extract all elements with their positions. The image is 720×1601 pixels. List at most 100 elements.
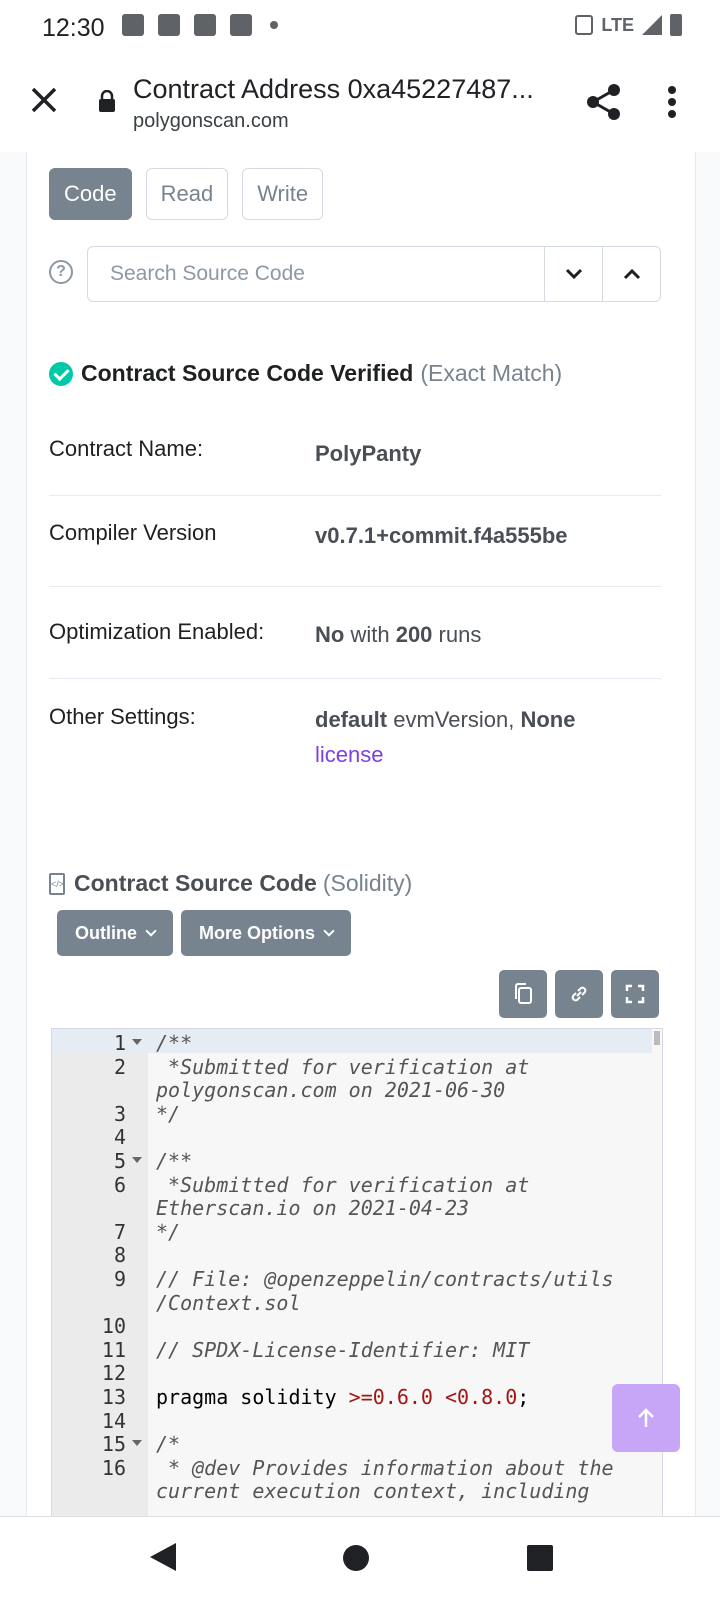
code-line: 15 /* — [52, 1432, 662, 1456]
evm-version-value: default — [315, 707, 388, 732]
back-to-top-button[interactable] — [612, 1384, 680, 1452]
copy-button[interactable] — [499, 970, 547, 1018]
close-icon — [31, 87, 57, 113]
code-line: 10 — [52, 1314, 662, 1338]
code-text: /** — [156, 1031, 193, 1055]
code-text: /Context.sol — [156, 1290, 301, 1315]
editor-toolbar — [499, 970, 659, 1018]
optimization-runs-label: runs — [438, 622, 482, 647]
optimization-runs-count: 200 — [395, 622, 433, 647]
more-vert-icon[interactable] — [664, 82, 680, 122]
fullscreen-icon — [625, 984, 645, 1004]
divider — [49, 586, 661, 587]
tab-code[interactable]: Code — [49, 168, 132, 220]
other-settings-label: Other Settings: — [49, 704, 196, 729]
verified-heading: Contract Source Code Verified (Exact Mat… — [49, 360, 562, 387]
code-editor[interactable]: 1/** 2 *Submitted for verification at poly… — [51, 1028, 663, 1516]
more-options-label: More Options — [199, 923, 315, 943]
code-line: 8 — [52, 1243, 662, 1267]
copy-icon — [515, 983, 532, 1004]
optimization-with: with — [350, 622, 390, 647]
code-line: 6 *Submitted for verification at — [52, 1173, 662, 1197]
fullscreen-button[interactable] — [611, 970, 659, 1018]
divider — [49, 678, 661, 679]
link-icon — [571, 986, 587, 1002]
recents-icon[interactable] — [527, 1545, 553, 1571]
code-line: 12 — [52, 1361, 662, 1385]
evm-version-label: evmVersion, — [393, 707, 515, 732]
battery-icon — [670, 14, 682, 36]
divider — [49, 495, 661, 496]
chevron-up-icon — [623, 268, 641, 280]
code-text: pragma solidity >=0.6.0 <0.8.0; — [156, 1385, 530, 1409]
tab-write[interactable]: Write — [242, 168, 324, 220]
optimization-label: Optimization Enabled: — [49, 619, 265, 644]
search-input[interactable] — [88, 247, 544, 301]
line-number: 13 — [101, 1385, 126, 1409]
line-number: 2 — [113, 1054, 126, 1079]
license-link[interactable]: license — [315, 742, 383, 767]
code-text: Etherscan.io on 2021-04-23 — [156, 1196, 470, 1221]
line-number: 16 — [101, 1455, 126, 1480]
link-button[interactable] — [555, 970, 603, 1018]
code-line: 14 — [52, 1409, 662, 1433]
code-text: // File: @openzeppelin/contracts/utils — [156, 1267, 614, 1291]
source-code-language: (Solidity) — [322, 870, 413, 896]
code-text: */ — [156, 1219, 181, 1244]
status-bar: 12:30 LTE — [0, 0, 720, 56]
contract-name-value: PolyPanty — [315, 441, 422, 466]
code-text: // SPDX-License-Identifier: MIT — [156, 1337, 530, 1362]
line-number: 15 — [101, 1432, 126, 1457]
close-tab-button[interactable] — [26, 82, 62, 118]
outline-dropdown[interactable]: Outline — [57, 910, 173, 956]
fold-arrow-icon[interactable] — [132, 1157, 142, 1163]
status-time: 12:30 — [42, 14, 105, 42]
tab-read[interactable]: Read — [145, 168, 229, 220]
system-status: LTE — [575, 14, 682, 36]
contract-name-value-wrap: PolyPanty — [315, 436, 645, 471]
network-type: LTE — [601, 14, 634, 35]
code-line: 16 * @dev Provides information about the — [52, 1456, 662, 1480]
chevron-down-icon — [565, 268, 583, 280]
check-circle-icon — [49, 361, 73, 386]
page-domain[interactable]: polygonscan.com — [133, 110, 289, 133]
file-code-icon: </> — [49, 872, 65, 895]
more-options-dropdown[interactable]: More Options — [181, 910, 351, 956]
search-prev-button[interactable] — [602, 247, 661, 301]
help-icon[interactable]: ? — [49, 260, 73, 284]
page-title[interactable]: Contract Address 0xa45227487... — [133, 74, 553, 105]
code-text: /* — [156, 1432, 181, 1457]
arrow-up-icon — [638, 1408, 654, 1427]
chevron-down-icon — [145, 925, 157, 937]
system-nav-bar — [0, 1516, 720, 1601]
settings-icon — [230, 14, 252, 36]
contract-tabs: Code Read Write — [49, 168, 324, 220]
share-icon[interactable] — [584, 82, 624, 122]
code-line: /Context.sol — [52, 1291, 662, 1315]
line-number: 10 — [101, 1314, 126, 1339]
optimization-enabled: No — [315, 622, 345, 647]
code-text: polygonscan.com on 2021-06-30 — [156, 1078, 506, 1103]
line-number: 5 — [113, 1149, 126, 1173]
fold-arrow-icon[interactable] — [132, 1440, 142, 1447]
compiler-label: Compiler Version — [49, 520, 217, 545]
home-icon[interactable] — [343, 1545, 369, 1571]
code-line: 5 /** — [52, 1149, 662, 1173]
other-settings-value: default evmVersion, None license — [315, 702, 645, 772]
source-dropdowns: Outline More Options — [57, 910, 351, 956]
line-number: 11 — [101, 1337, 126, 1362]
compiler-value: v0.7.1+commit.f4a555be — [315, 523, 568, 548]
code-text: current execution context, including — [156, 1479, 590, 1504]
chevron-down-icon — [323, 925, 335, 937]
code-text: /** — [156, 1149, 193, 1173]
contract-card: Code Read Write ? Contract Source Code V… — [26, 152, 696, 1516]
back-icon[interactable] — [150, 1543, 176, 1571]
signal-icon — [642, 15, 662, 35]
telegram-icon — [158, 14, 180, 36]
code-line: Etherscan.io on 2021-04-23 — [52, 1196, 662, 1220]
search-next-button[interactable] — [544, 247, 603, 301]
line-number: 9 — [113, 1267, 126, 1291]
fold-arrow-icon[interactable] — [132, 1039, 142, 1045]
code-line: 3 */ — [52, 1102, 662, 1126]
source-code-heading: </> Contract Source Code (Solidity) — [49, 870, 412, 897]
